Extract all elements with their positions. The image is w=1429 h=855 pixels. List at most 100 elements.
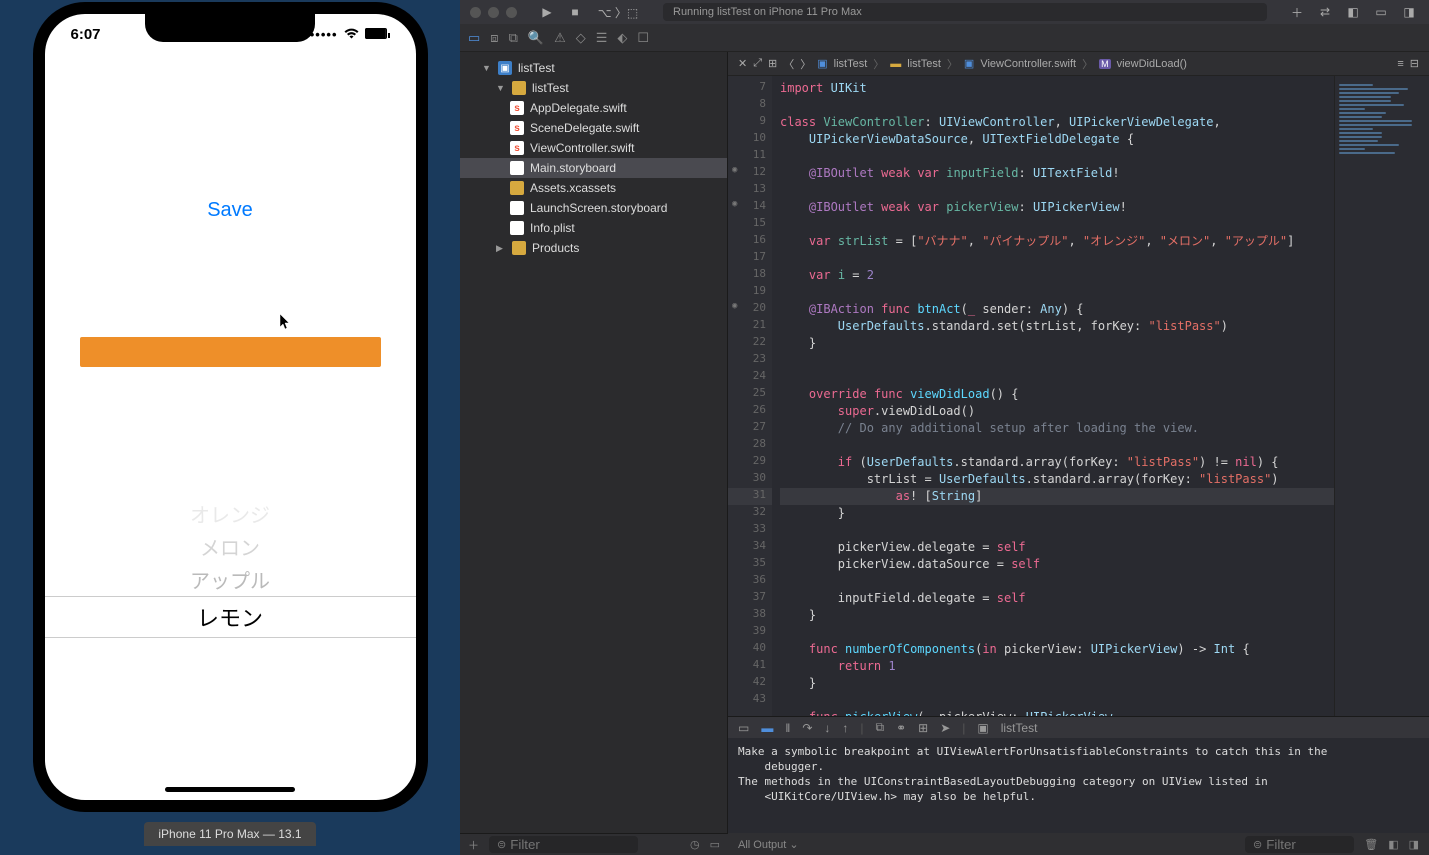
minimap[interactable] <box>1334 76 1429 716</box>
simulator-device-label: iPhone 11 Pro Max — 13.1 <box>144 822 315 846</box>
hide-debug-icon[interactable]: ▭ <box>738 721 749 735</box>
close-icon <box>470 7 481 18</box>
file-item[interactable]: LaunchScreen.storyboard <box>460 198 727 218</box>
breakpoint-nav-icon[interactable]: ⬖ <box>617 30 627 46</box>
file-item[interactable]: sAppDelegate.swift <box>460 98 727 118</box>
step-out-button[interactable]: ↑ <box>842 721 848 735</box>
code-content[interactable]: import UIKit class ViewController: UIVie… <box>772 76 1334 716</box>
step-in-button[interactable]: ↓ <box>824 721 830 735</box>
editor-options-icon[interactable]: ≡ <box>1397 58 1403 70</box>
zoom-icon <box>506 7 517 18</box>
scheme-selector[interactable]: ⌥ 〉⬚ <box>593 4 643 20</box>
navigator-tabbar: ▭ ⧈ ⧉ 🔍 ⚠ ◇ ☰ ⬖ ☐ <box>460 24 1429 52</box>
debug-toolbar: ▭ ▬ ‖ ↷ ↓ ↑ | ⧉ ⚭ ⊞ ➤ | ▣ listTest <box>728 716 1429 738</box>
panel-left-button[interactable]: ◧ <box>1343 4 1363 20</box>
editor-area: ✕ ⤢ ⊞ 〈 〉 ▣listTest〉 ▬listTest〉 ▣ViewCon… <box>728 52 1429 855</box>
console-right-pane-icon[interactable]: ◨ <box>1409 838 1419 851</box>
find-nav-icon[interactable]: 🔍 <box>528 30 544 46</box>
project-root[interactable]: ▼▣listTest <box>460 58 727 78</box>
debug-nav-icon[interactable]: ☰ <box>596 30 608 46</box>
project-navigator: ▼▣listTest ▼listTest sAppDelegate.swift … <box>460 52 728 855</box>
swift-icon: ▣ <box>964 57 974 70</box>
filter-icon: ⊜ <box>1253 838 1262 851</box>
source-control-nav-icon[interactable]: ⧈ <box>490 30 498 46</box>
add-target-button[interactable]: ＋ <box>468 837 479 853</box>
forward-button[interactable]: 〉 <box>800 56 811 72</box>
home-indicator[interactable] <box>165 787 295 792</box>
symbol-nav-icon[interactable]: ⧉ <box>509 30 518 46</box>
file-item[interactable]: Assets.xcassets <box>460 178 727 198</box>
add-editor-button[interactable]: ＋ <box>1287 4 1307 20</box>
xcode-titlebar: ▶ ■ ⌥ 〉⬚ Running listTest on iPhone 11 P… <box>460 0 1429 24</box>
run-button[interactable]: ▶ <box>537 4 557 20</box>
filter-icon: ⊜ <box>497 838 506 851</box>
panel-right-button[interactable]: ◨ <box>1399 4 1419 20</box>
line-gutter[interactable]: 7891011121314151617181920212223242526272… <box>728 76 772 716</box>
test-nav-icon[interactable]: ◇ <box>576 30 586 46</box>
jump-bar[interactable]: ✕ ⤢ ⊞ 〈 〉 ▣listTest〉 ▬listTest〉 ▣ViewCon… <box>728 52 1429 76</box>
iphone-notch <box>145 14 315 42</box>
navigator-filter-input[interactable] <box>510 837 630 852</box>
process-icon: ▣ <box>977 721 988 735</box>
folder-item[interactable]: ▶Products <box>460 238 727 258</box>
console-left-pane-icon[interactable]: ◧ <box>1388 838 1398 851</box>
file-item-selected[interactable]: Main.storyboard <box>460 158 727 178</box>
status-right: ••••• <box>310 27 390 42</box>
memory-graph-icon[interactable]: ⚭ <box>896 721 906 735</box>
file-item[interactable]: Info.plist <box>460 218 727 238</box>
trash-icon[interactable]: 🗑 <box>1364 838 1378 851</box>
navigator-footer: ＋ ⊜ ◷ ▭ <box>460 833 728 855</box>
wifi-icon <box>344 27 359 42</box>
console-output[interactable]: Make a symbolic breakpoint at UIViewAler… <box>728 738 1429 833</box>
report-nav-icon[interactable]: ☐ <box>637 30 649 46</box>
folder-item[interactable]: ▼listTest <box>460 78 727 98</box>
back-button[interactable]: 〈 <box>783 56 794 72</box>
picker-row[interactable]: オレンジ <box>45 497 416 530</box>
picker-row[interactable]: メロン <box>45 530 416 563</box>
window-controls[interactable] <box>470 7 517 18</box>
recent-files-icon[interactable]: ◷ <box>690 838 700 851</box>
issue-nav-icon[interactable]: ⚠ <box>554 30 566 46</box>
step-over-button[interactable]: ↷ <box>802 721 812 735</box>
stop-button[interactable]: ■ <box>565 4 585 20</box>
storyboard-icon <box>510 161 524 175</box>
picker-row-selected[interactable]: レモン <box>45 596 416 638</box>
minimize-icon <box>488 7 499 18</box>
console-footer: All Output ⌄ ⊜ 🗑 ◧ ◨ <box>728 833 1429 855</box>
simulator-panel: 6:07 ••••• Save オレンジ メロン アップル レモン <box>0 0 460 855</box>
status-time: 6:07 <box>71 26 101 43</box>
project-icon: ▣ <box>817 57 827 70</box>
code-editor[interactable]: 7891011121314151617181920212223242526272… <box>728 76 1429 716</box>
save-button[interactable]: Save <box>45 199 416 222</box>
storyboard-icon <box>510 201 524 215</box>
picker-view[interactable]: オレンジ メロン アップル レモン <box>45 497 416 638</box>
panel-bottom-button[interactable]: ▭ <box>1371 4 1391 20</box>
adjust-editor-icon[interactable]: ⊟ <box>1410 57 1419 70</box>
activity-status: Running listTest on iPhone 11 Pro Max <box>663 3 1267 21</box>
text-field[interactable] <box>80 337 381 367</box>
scm-filter-icon[interactable]: ▭ <box>710 838 720 851</box>
grid-icon[interactable]: ⊞ <box>768 57 777 70</box>
iphone-frame: 6:07 ••••• Save オレンジ メロン アップル レモン <box>33 2 428 812</box>
pause-button[interactable]: ‖ <box>785 721 790 735</box>
close-tab-icon[interactable]: ✕ <box>738 57 747 70</box>
battery-icon <box>365 27 390 42</box>
navigator-filter: ⊜ <box>489 836 638 853</box>
file-item[interactable]: sViewController.swift <box>460 138 727 158</box>
project-nav-icon[interactable]: ▭ <box>468 30 480 46</box>
console-filter-input[interactable] <box>1266 837 1346 852</box>
mouse-cursor <box>280 314 292 333</box>
console-output-selector[interactable]: All Output ⌄ <box>738 838 799 851</box>
expand-icon[interactable]: ⤢ <box>753 57 762 70</box>
debug-view-icon[interactable]: ⧉ <box>876 720 885 735</box>
breakpoints-toggle[interactable]: ▬ <box>761 721 773 735</box>
method-icon: M <box>1099 59 1111 69</box>
iphone-screen: 6:07 ••••• Save オレンジ メロン アップル レモン <box>45 14 416 800</box>
environment-icon[interactable]: ⊞ <box>918 721 928 735</box>
picker-row[interactable]: アップル <box>45 563 416 596</box>
file-item[interactable]: sSceneDelegate.swift <box>460 118 727 138</box>
editor-layout-button[interactable]: ⇄ <box>1315 4 1335 20</box>
location-icon[interactable]: ➤ <box>940 721 950 735</box>
process-name[interactable]: listTest <box>1001 721 1038 735</box>
xcode-window: ▶ ■ ⌥ 〉⬚ Running listTest on iPhone 11 P… <box>460 0 1429 855</box>
